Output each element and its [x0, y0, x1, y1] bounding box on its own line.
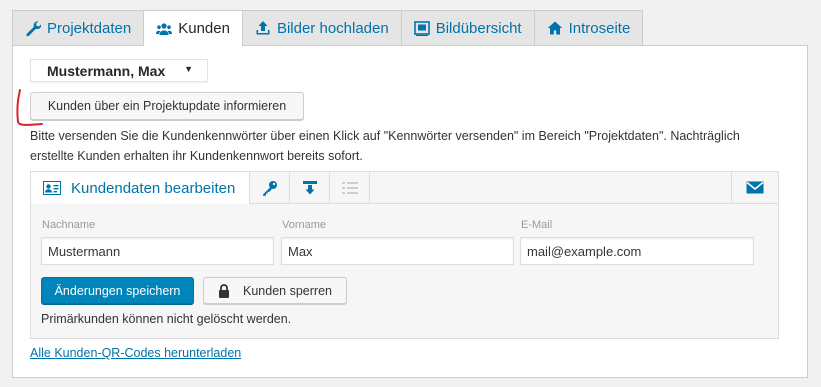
- upload-icon: [255, 20, 271, 36]
- tab-label: Bilder hochladen: [276, 19, 389, 37]
- tab-bar: Projektdaten Kunden Bilder hochladen Bil…: [12, 10, 644, 46]
- list-icon: [341, 181, 358, 194]
- email-input[interactable]: [520, 237, 754, 265]
- firstname-input[interactable]: [281, 237, 514, 265]
- firstname-label: Vorname: [282, 219, 327, 231]
- tab-kunden[interactable]: Kunden: [143, 10, 243, 46]
- download-qr-codes-link[interactable]: Alle Kunden-QR-Codes herunterladen: [30, 346, 241, 360]
- tab-projektdaten[interactable]: Projektdaten: [12, 10, 145, 45]
- tab-mail[interactable]: [732, 172, 778, 203]
- lastname-input[interactable]: [41, 237, 274, 265]
- tab-introseite[interactable]: Introseite: [533, 10, 644, 45]
- lock-customer-button[interactable]: Kunden sperren: [203, 277, 347, 304]
- edit-box-tabs: Kundendaten bearbeiten: [31, 172, 778, 204]
- download-icon: [302, 180, 317, 194]
- users-icon: [156, 21, 173, 37]
- gallery-icon: [413, 20, 430, 36]
- tab-bilder-hochladen[interactable]: Bilder hochladen: [241, 10, 402, 45]
- tabs-spacer: [370, 172, 732, 203]
- wrench-icon: [25, 20, 41, 36]
- caret-down-icon: ▼: [184, 64, 193, 74]
- id-card-icon: [43, 181, 61, 195]
- primary-customer-note: Primärkunden können nicht gelöscht werde…: [41, 312, 292, 326]
- email-label: E-Mail: [521, 219, 553, 231]
- tab-label: Projektdaten: [47, 19, 132, 37]
- tab-password[interactable]: [250, 172, 290, 203]
- customer-select-value: Mustermann, Max: [47, 62, 166, 79]
- tab-label: Kunden: [178, 20, 230, 37]
- tab-label: Introseite: [568, 19, 631, 37]
- tab-bilduebersicht[interactable]: Bildübersicht: [400, 10, 535, 45]
- save-changes-button[interactable]: Änderungen speichern: [41, 277, 194, 304]
- password-notice: Bitte versenden Sie die Kundenkennwörter…: [30, 129, 740, 163]
- tab-list: [330, 172, 370, 203]
- tab-edit-customer[interactable]: Kundendaten bearbeiten: [31, 172, 250, 204]
- key-icon: [262, 180, 277, 196]
- customer-select[interactable]: Mustermann, Max ▼: [30, 59, 208, 82]
- tab-label: Bildübersicht: [435, 19, 522, 37]
- mail-icon: [746, 181, 764, 194]
- lock-icon: [219, 283, 230, 298]
- lock-customer-label: Kunden sperren: [243, 283, 332, 298]
- inform-customers-button[interactable]: Kunden über ein Projektupdate informiere…: [30, 92, 304, 120]
- home-icon: [547, 20, 563, 36]
- tab-download[interactable]: [290, 172, 330, 203]
- edit-box-title: Kundendaten bearbeiten: [71, 179, 236, 197]
- lastname-label: Nachname: [42, 219, 96, 231]
